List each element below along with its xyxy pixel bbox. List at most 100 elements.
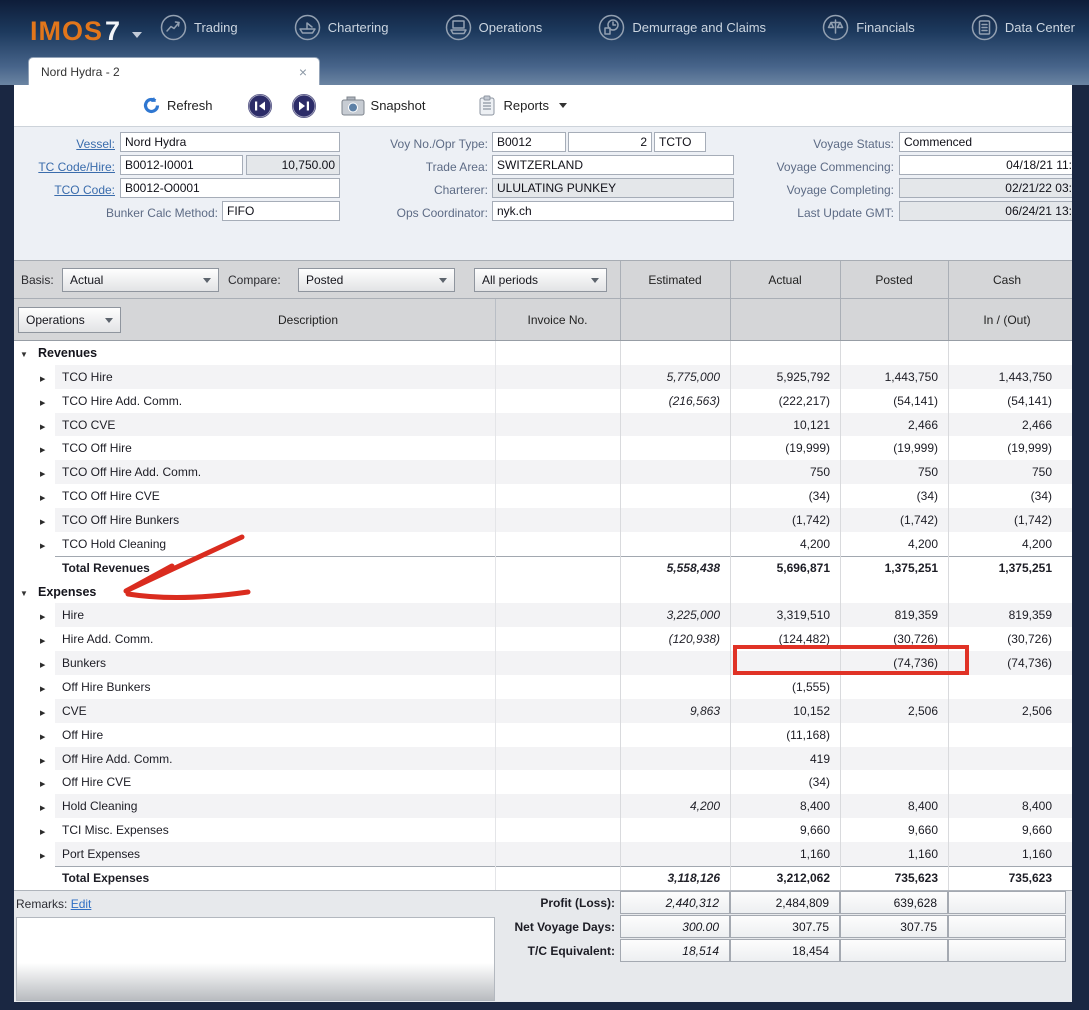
- row-tco-hire-add-comm[interactable]: TCO Hire Add. Comm.(216,563)(222,217)(54…: [14, 389, 1072, 413]
- financials-icon: [822, 14, 849, 41]
- row-tco-cve[interactable]: TCO CVE10,1212,4662,466: [14, 413, 1072, 437]
- voyage-completing-field: 02/21/22 03:: [899, 178, 1072, 198]
- chevron-down-icon: [591, 278, 599, 283]
- camera-icon: [341, 96, 365, 116]
- charterer-field: ULULATING PUNKEY: [492, 178, 734, 198]
- row-off-hire-cve[interactable]: Off Hire CVE(34): [14, 770, 1072, 794]
- row-hold-cleaning[interactable]: Hold Cleaning4,2008,4008,4008,400: [14, 794, 1072, 818]
- column-header-band: Operations Description Invoice No. In / …: [14, 298, 1072, 341]
- tc-hire-rate-field: 10,750.00: [246, 155, 340, 175]
- last-update-gmt-field: 06/24/21 13:: [899, 201, 1072, 221]
- tco-code-field[interactable]: B0012-O0001: [120, 178, 340, 198]
- next-record-button[interactable]: [291, 93, 317, 119]
- chartering-icon: [294, 14, 321, 41]
- row-tco-hold-cleaning[interactable]: TCO Hold Cleaning4,2004,2004,200: [14, 532, 1072, 556]
- close-icon[interactable]: ×: [299, 65, 307, 79]
- nav-item-data-center[interactable]: Data Center: [971, 14, 1075, 41]
- profit-loss-row: Profit (Loss): 2,440,312 2,484,809 639,6…: [14, 891, 1072, 915]
- row-bunkers[interactable]: Bunkers(74,736)(74,736): [14, 651, 1072, 675]
- column-header-actual[interactable]: Actual: [730, 261, 840, 298]
- row-revenues[interactable]: Revenues: [14, 341, 1072, 365]
- net-voyage-days-row: Net Voyage Days: 300.00 307.75 307.75: [14, 915, 1072, 939]
- refresh-button[interactable]: Refresh: [142, 96, 213, 115]
- logo-dropdown-caret-icon: [132, 32, 142, 38]
- voy-no-field[interactable]: B0012: [492, 132, 566, 152]
- pnl-table: Revenues TCO Hire5,775,0005,925,7921,443…: [14, 341, 1072, 890]
- opr-type-field[interactable]: TCTO: [654, 132, 706, 152]
- row-tco-hire[interactable]: TCO Hire5,775,0005,925,7921,443,7501,443…: [14, 365, 1072, 389]
- trade-area-field[interactable]: SWITZERLAND: [492, 155, 734, 175]
- operations-group-select[interactable]: Operations: [18, 307, 121, 333]
- vessel-label[interactable]: Vessel:: [16, 134, 115, 154]
- chevron-down-icon: [439, 278, 447, 283]
- column-header-posted[interactable]: Posted: [840, 261, 948, 298]
- filter-band: Basis: Actual Compare: Posted All period…: [14, 260, 1072, 298]
- chevron-down-icon: [203, 278, 211, 283]
- nav-item-chartering[interactable]: Chartering: [294, 14, 389, 41]
- nav-item-demurrage-claims[interactable]: Demurrage and Claims: [598, 14, 766, 41]
- voy-number-field[interactable]: 2: [568, 132, 652, 152]
- tc-equivalent-row: T/C Equivalent: 18,514 18,454: [14, 939, 1072, 963]
- data-center-icon: [971, 14, 998, 41]
- compare-label: Compare:: [228, 261, 281, 298]
- bunker-calc-method-label: Bunker Calc Method:: [16, 203, 218, 223]
- column-header-cash-in-out: In / (Out): [948, 299, 1066, 340]
- row-tco-off-hire[interactable]: TCO Off Hire(19,999)(19,999)(19,999): [14, 436, 1072, 460]
- logo-text: IMOS: [30, 16, 103, 47]
- row-port-expenses[interactable]: Port Expenses1,1601,1601,160: [14, 842, 1072, 866]
- column-header-description[interactable]: Description: [121, 299, 495, 340]
- top-navigation: IMOS 7 Trading Chartering Operations Dem…: [0, 0, 1089, 85]
- trading-icon: [160, 14, 187, 41]
- tc-code-field[interactable]: B0012-I0001: [120, 155, 243, 175]
- row-tco-off-hire-bunkers[interactable]: TCO Off Hire Bunkers(1,742)(1,742)(1,742…: [14, 508, 1072, 532]
- ops-coordinator-field[interactable]: nyk.ch: [492, 201, 734, 221]
- net-voyage-days-label: Net Voyage Days:: [304, 915, 618, 939]
- compare-select[interactable]: Posted: [298, 268, 455, 292]
- imos-logo-menu[interactable]: IMOS 7: [30, 16, 142, 47]
- nav-item-trading[interactable]: Trading: [160, 14, 238, 41]
- row-off-hire-bunkers[interactable]: Off Hire Bunkers(1,555): [14, 675, 1072, 699]
- row-hire[interactable]: Hire3,225,0003,319,510819,359819,359: [14, 603, 1072, 627]
- voyage-status-field[interactable]: Commenced: [899, 132, 1072, 152]
- skip-next-icon: [291, 93, 317, 119]
- charterer-label: Charterer:: [350, 180, 488, 200]
- tco-code-label[interactable]: TCO Code:: [16, 180, 115, 200]
- previous-record-button[interactable]: [247, 93, 273, 119]
- column-header-estimated[interactable]: Estimated: [620, 261, 730, 298]
- reports-caret-icon: [559, 103, 567, 108]
- last-update-gmt-label: Last Update GMT:: [714, 203, 894, 223]
- toolbar: Refresh Snapshot Reports: [14, 85, 1072, 127]
- voy-no-opr-type-label: Voy No./Opr Type:: [350, 134, 488, 154]
- reports-dropdown[interactable]: Reports: [477, 95, 567, 116]
- period-select[interactable]: All periods: [474, 268, 607, 292]
- snapshot-button[interactable]: Snapshot: [341, 96, 426, 116]
- refresh-icon: [142, 96, 161, 115]
- bunker-calc-method-field[interactable]: FIFO: [222, 201, 340, 221]
- nav-item-operations[interactable]: Operations: [445, 14, 543, 41]
- nav-menu: Trading Chartering Operations Demurrage …: [160, 14, 1075, 41]
- row-tco-off-hire-cve[interactable]: TCO Off Hire CVE(34)(34)(34): [14, 484, 1072, 508]
- column-header-invoice-no[interactable]: Invoice No.: [495, 299, 620, 340]
- tc-code-hire-label[interactable]: TC Code/Hire:: [16, 157, 115, 177]
- profit-loss-label: Profit (Loss):: [304, 891, 618, 915]
- tab-title: Nord Hydra - 2: [41, 65, 120, 79]
- logo-version: 7: [105, 16, 120, 47]
- nav-item-financials[interactable]: Financials: [822, 14, 915, 41]
- imos-window: IMOS 7 Trading Chartering Operations Dem…: [0, 0, 1089, 1010]
- basis-select[interactable]: Actual: [62, 268, 219, 292]
- ops-coordinator-label: Ops Coordinator:: [350, 203, 488, 223]
- row-off-hire[interactable]: Off Hire(11,168): [14, 723, 1072, 747]
- column-header-cash[interactable]: Cash: [948, 261, 1066, 298]
- row-off-hire-add-comm[interactable]: Off Hire Add. Comm.419: [14, 747, 1072, 771]
- demurrage-claims-icon: [598, 14, 625, 41]
- vessel-field[interactable]: Nord Hydra: [120, 132, 340, 152]
- tc-equivalent-label: T/C Equivalent:: [304, 939, 618, 963]
- row-tco-off-hire-add-comm[interactable]: TCO Off Hire Add. Comm.750750750: [14, 460, 1072, 484]
- row-cve[interactable]: CVE9,86310,1522,5062,506: [14, 699, 1072, 723]
- row-tci-misc-expenses[interactable]: TCI Misc. Expenses9,6609,6609,660: [14, 818, 1072, 842]
- row-expenses[interactable]: Expenses: [14, 580, 1072, 604]
- row-hire-add-comm[interactable]: Hire Add. Comm.(120,938)(124,482)(30,726…: [14, 627, 1072, 651]
- voyage-tab[interactable]: Nord Hydra - 2 ×: [28, 57, 320, 85]
- voyage-commencing-field[interactable]: 04/18/21 11:: [899, 155, 1072, 175]
- basis-label: Basis:: [21, 261, 54, 298]
